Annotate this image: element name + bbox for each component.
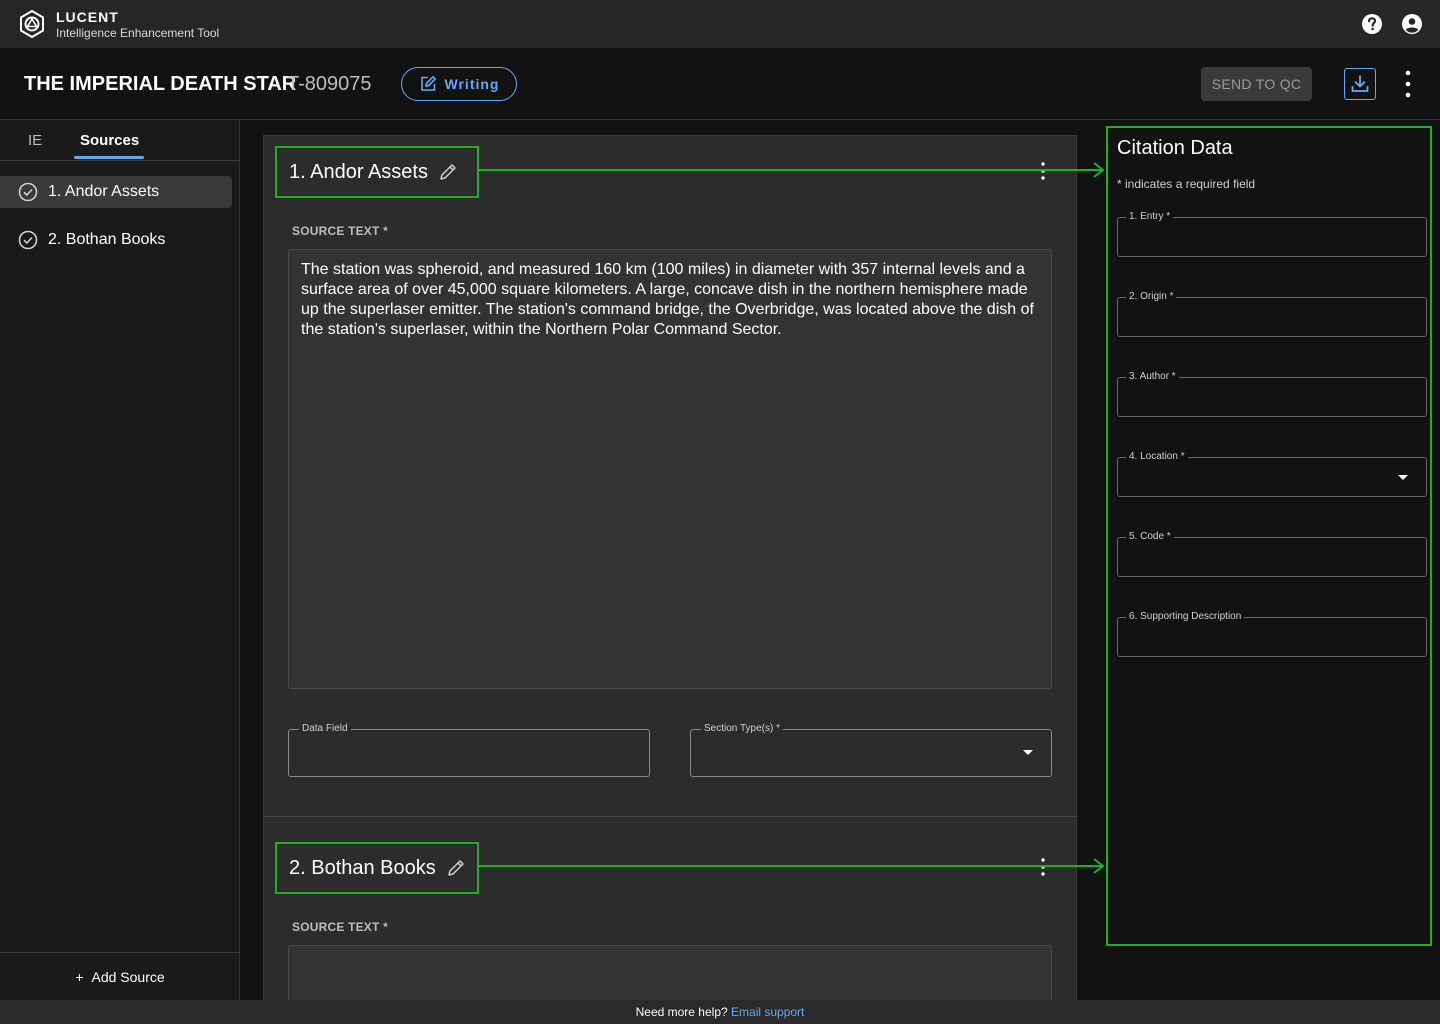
footer-help-text: Need more help? xyxy=(635,1005,728,1019)
section-more-icon[interactable] xyxy=(1040,161,1046,181)
check-circle-icon xyxy=(18,230,38,250)
origin-field[interactable]: 2. Origin * xyxy=(1117,291,1427,337)
supporting-description-field[interactable]: 6. Supporting Description xyxy=(1117,611,1427,657)
required-field-note: * indicates a required field xyxy=(1117,177,1256,191)
code-label: 5. Code * xyxy=(1126,531,1174,543)
data-field-label: Data Field xyxy=(299,723,351,735)
brand-name: LUCENT xyxy=(56,9,119,25)
writing-label: Writing xyxy=(444,76,500,92)
document-title: THE IMPERIAL DEATH STAR xyxy=(24,73,297,95)
citation-data-panel: Citation Data * indicates a required fie… xyxy=(1106,126,1432,946)
dropdown-arrow-icon xyxy=(1023,750,1033,755)
send-to-qc-button[interactable]: SEND TO QC xyxy=(1201,67,1312,101)
source-text-area[interactable] xyxy=(288,945,1052,1000)
code-field[interactable]: 5. Code * xyxy=(1117,531,1427,577)
section-type-select[interactable]: Section Type(s) * xyxy=(690,723,1052,777)
section-more-icon[interactable] xyxy=(1040,857,1046,877)
data-field-input[interactable]: Data Field xyxy=(288,723,650,777)
footer: Need more help? Email support xyxy=(0,1000,1440,1024)
lucent-logo-icon xyxy=(20,10,44,38)
writing-status-button[interactable]: Writing xyxy=(401,67,517,101)
dropdown-arrow-icon xyxy=(1398,475,1408,480)
sidebar-item-label: 2. Bothan Books xyxy=(48,231,166,248)
pencil-icon[interactable] xyxy=(438,162,458,182)
origin-label: 2. Origin * xyxy=(1126,291,1177,303)
sidebar-item-andor-assets[interactable]: 1. Andor Assets xyxy=(0,176,232,208)
pencil-icon[interactable] xyxy=(446,858,466,878)
section-title: 1. Andor Assets xyxy=(289,160,428,183)
section-type-label: Section Type(s) * xyxy=(701,723,783,735)
sidebar-item-label: 1. Andor Assets xyxy=(48,183,160,200)
section-divider xyxy=(264,816,1076,817)
download-icon xyxy=(1351,75,1369,92)
brand-subtitle: Intelligence Enhancement Tool xyxy=(56,26,220,40)
brand: LUCENT Intelligence Enhancement Tool xyxy=(56,9,219,41)
author-label: 3. Author * xyxy=(1126,371,1179,383)
help-icon[interactable] xyxy=(1361,13,1383,35)
sources-sidebar: IE Sources 1. Andor Assets 2. Bothan Boo… xyxy=(0,120,240,1000)
tab-ie[interactable]: IE xyxy=(28,132,42,149)
citation-title: Citation Data xyxy=(1117,137,1233,159)
location-select[interactable]: 4. Location * xyxy=(1117,451,1427,497)
sources-editor: 1. Andor Assets SOURCE TEXT * The statio… xyxy=(263,135,1077,1000)
source-text-label: SOURCE TEXT * xyxy=(292,224,388,238)
more-options-icon[interactable] xyxy=(1398,68,1418,100)
supporting-description-label: 6. Supporting Description xyxy=(1126,611,1245,623)
check-circle-icon xyxy=(18,182,38,202)
tab-sources[interactable]: Sources xyxy=(80,132,139,149)
app-bar: LUCENT Intelligence Enhancement Tool xyxy=(0,0,1440,48)
account-icon[interactable] xyxy=(1401,13,1423,35)
document-id: T-809075 xyxy=(287,73,372,95)
entry-label: 1. Entry * xyxy=(1126,211,1174,223)
sidebar-tabs: IE Sources xyxy=(0,120,239,161)
download-button[interactable] xyxy=(1344,68,1376,100)
sidebar-item-bothan-books[interactable]: 2. Bothan Books xyxy=(0,224,232,256)
plus-icon: + xyxy=(75,968,84,985)
source-text-label: SOURCE TEXT * xyxy=(292,920,388,934)
section-title-andor-assets[interactable]: 1. Andor Assets xyxy=(275,146,479,198)
document-header: THE IMPERIAL DEATH STAR T-809075 Writing… xyxy=(0,48,1440,120)
entry-field[interactable]: 1. Entry * xyxy=(1117,211,1427,257)
author-field[interactable]: 3. Author * xyxy=(1117,371,1427,417)
section-title: 2. Bothan Books xyxy=(289,856,436,879)
section-title-bothan-books[interactable]: 2. Bothan Books xyxy=(275,842,479,894)
add-source-button[interactable]: + Add Source xyxy=(0,952,240,1000)
location-label: 4. Location * xyxy=(1126,451,1188,463)
source-text-area[interactable]: The station was spheroid, and measured 1… xyxy=(288,249,1052,689)
active-tab-indicator xyxy=(74,156,144,159)
email-support-link[interactable]: Email support xyxy=(731,1005,804,1019)
add-source-label: Add Source xyxy=(91,968,165,985)
edit-note-icon xyxy=(420,76,436,91)
